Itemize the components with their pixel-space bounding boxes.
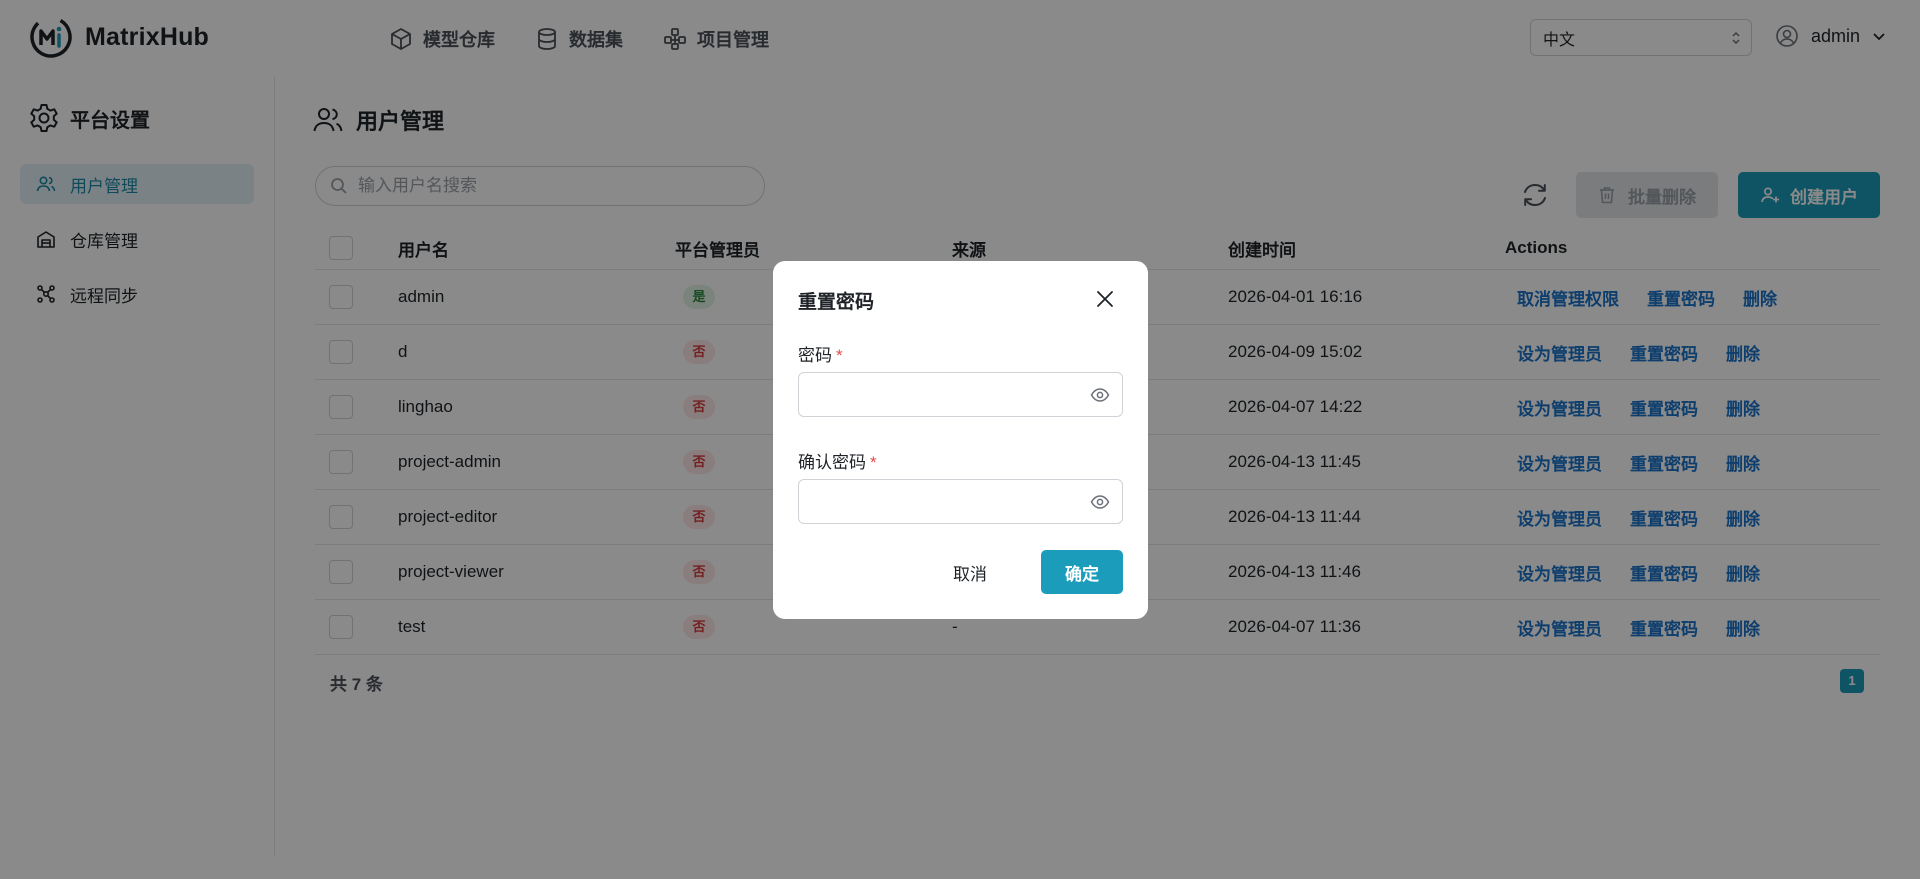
confirm-label-text: 确认密码 xyxy=(798,453,866,472)
password-label-text: 密码 xyxy=(798,346,832,365)
dialog-title: 重置密码 xyxy=(798,292,875,313)
password-field[interactable] xyxy=(798,372,1123,417)
confirm-password-input[interactable] xyxy=(811,480,1091,521)
required-mark: * xyxy=(836,346,843,365)
required-mark: * xyxy=(870,453,877,472)
confirm-button[interactable]: 确定 xyxy=(1041,550,1123,594)
confirm-password-field[interactable] xyxy=(798,479,1123,524)
confirm-password-label: 确认密码 * xyxy=(798,448,877,473)
reset-password-dialog: 重置密码 密码 * 确认密码 * 取消 确定 xyxy=(773,261,1148,619)
close-icon[interactable] xyxy=(1093,287,1117,311)
password-label: 密码 * xyxy=(798,341,843,366)
password-input[interactable] xyxy=(811,373,1091,414)
eye-icon[interactable] xyxy=(1090,386,1110,404)
cancel-button[interactable]: 取消 xyxy=(933,550,1007,594)
eye-icon[interactable] xyxy=(1090,493,1110,511)
